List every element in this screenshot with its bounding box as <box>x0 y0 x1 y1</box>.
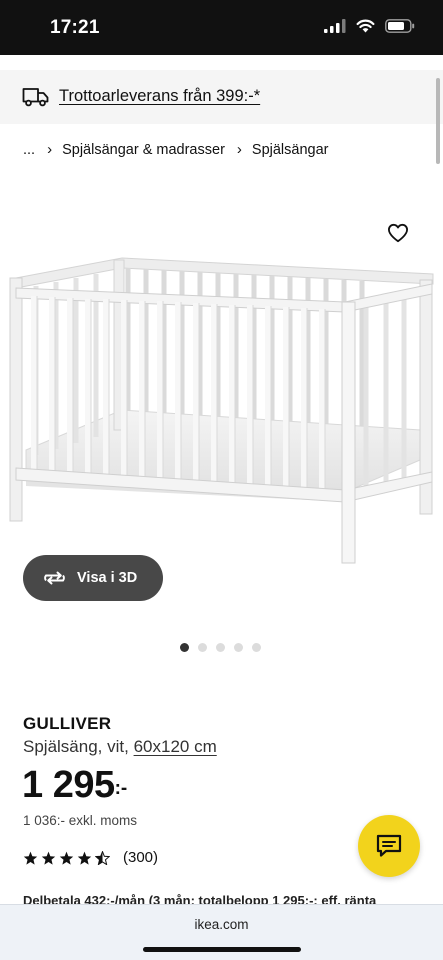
product-name: GULLIVER <box>23 714 112 733</box>
status-time: 17:21 <box>50 17 100 38</box>
rotate-3d-icon <box>44 571 65 585</box>
product-size-link[interactable]: 60x120 cm <box>134 737 217 756</box>
view-3d-label: Visa i 3D <box>77 570 138 586</box>
star-full-icon <box>59 851 74 865</box>
price-currency-suffix: :- <box>114 778 128 799</box>
scroll-indicator[interactable] <box>436 78 440 164</box>
battery-icon <box>385 19 415 33</box>
status-bar: 17:21 <box>0 0 443 55</box>
breadcrumb-item-cribs[interactable]: Spjälsängar <box>252 142 329 158</box>
chevron-right-icon: › <box>47 141 53 158</box>
carousel-dots <box>180 643 261 652</box>
browser-bottom-bar: ikea.com <box>0 904 443 960</box>
delivery-link[interactable]: Trottoarleverans från 399:-* <box>59 87 260 106</box>
carousel-dot[interactable] <box>198 643 207 652</box>
price-excl-vat: 1 036:- exkl. moms <box>23 813 138 828</box>
star-full-icon <box>41 851 56 865</box>
product-image-crib[interactable] <box>0 250 443 570</box>
star-half-icon <box>95 850 110 865</box>
breadcrumb-item-cribs-mattresses[interactable]: Spjälsängar & madrasser <box>62 142 225 158</box>
price-amount: 1 295 <box>22 764 115 806</box>
star-full-icon <box>77 851 92 865</box>
heart-icon <box>387 223 408 243</box>
browser-url[interactable]: ikea.com <box>0 917 443 932</box>
star-full-icon <box>23 851 38 865</box>
rating-count: (300) <box>123 849 159 866</box>
chat-button[interactable] <box>358 815 420 877</box>
wifi-icon <box>356 19 375 33</box>
status-icons <box>324 19 415 33</box>
favourite-button[interactable] <box>384 219 412 247</box>
delivery-banner: Trottoarleverans från 399:-* <box>0 70 443 124</box>
truck-icon <box>22 88 49 107</box>
product-description-text: Spjälsäng, vit, <box>23 737 129 756</box>
carousel-dot[interactable] <box>252 643 261 652</box>
product-description: Spjälsäng, vit, 60x120 cm <box>23 737 217 757</box>
carousel-dot[interactable] <box>234 643 243 652</box>
breadcrumb-item-ellipsis[interactable]: ... <box>23 142 35 158</box>
home-indicator[interactable] <box>143 947 301 952</box>
carousel-dot[interactable] <box>180 643 189 652</box>
breadcrumb: ... › Spjälsängar & madrasser › Spjälsän… <box>23 141 328 158</box>
cellular-signal-icon <box>324 19 346 33</box>
chat-bubble-icon <box>376 834 402 857</box>
carousel-dot[interactable] <box>216 643 225 652</box>
rating-stars <box>23 850 110 865</box>
chevron-right-icon: › <box>236 141 242 158</box>
product-price: 1 295 :- <box>22 764 127 807</box>
product-rating[interactable]: (300) <box>23 849 158 866</box>
view-3d-button[interactable]: Visa i 3D <box>23 555 163 601</box>
